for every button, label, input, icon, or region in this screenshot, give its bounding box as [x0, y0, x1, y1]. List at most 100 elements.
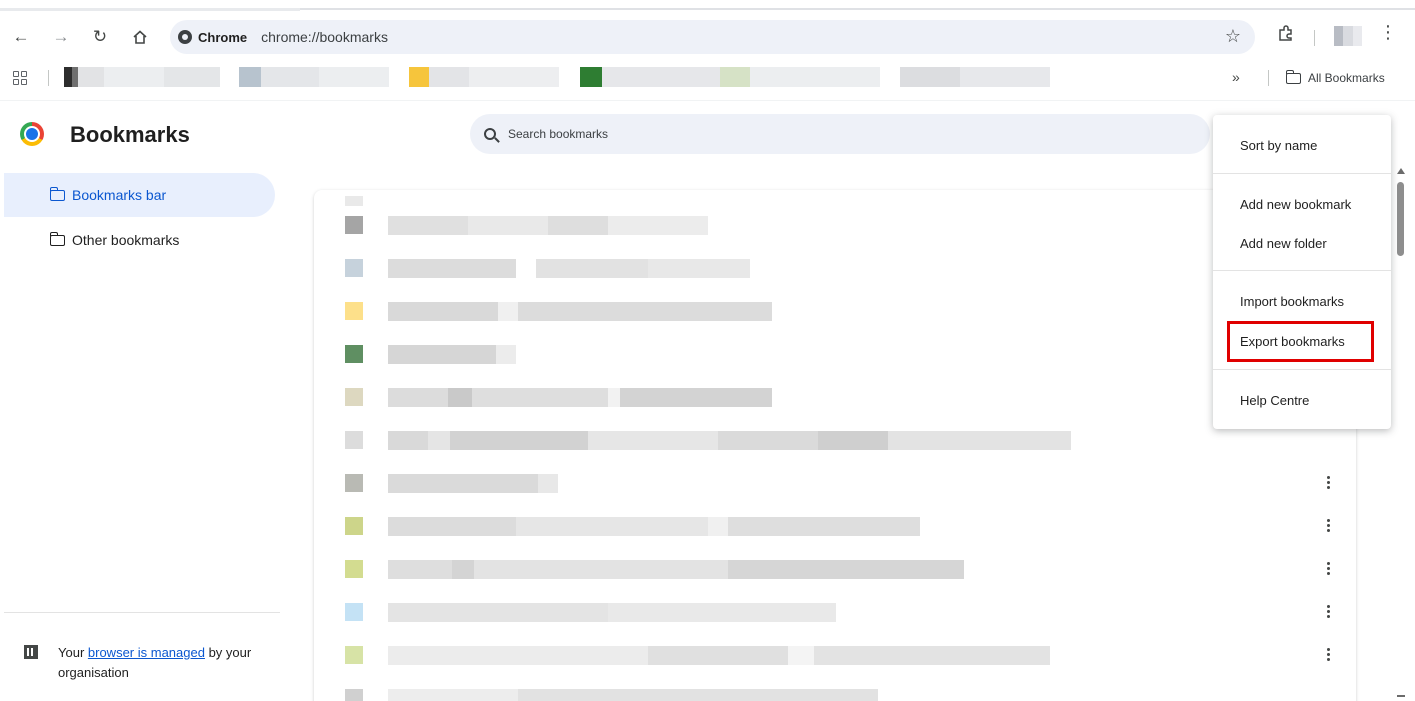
- menu-item-add-new-folder[interactable]: Add new folder: [1213, 225, 1391, 261]
- favicon: [345, 388, 363, 406]
- all-bookmarks-label: All Bookmarks: [1308, 71, 1385, 85]
- bookmark-item[interactable]: [580, 67, 880, 87]
- toolbar-bottom-border: [0, 100, 1415, 101]
- menu-item-add-new-bookmark[interactable]: Add new bookmark: [1213, 186, 1391, 222]
- list-item[interactable]: [314, 675, 1356, 701]
- bookmark-title: [388, 388, 772, 407]
- favicon: [345, 646, 363, 664]
- sidebar-item-label: Other bookmarks: [72, 232, 180, 248]
- favicon: [345, 474, 363, 492]
- row-more-button[interactable]: [1318, 472, 1338, 492]
- sidebar-divider: [4, 612, 280, 613]
- bookmark-title: [388, 302, 772, 321]
- favicon: [345, 560, 363, 578]
- forward-button[interactable]: →: [48, 24, 74, 50]
- list-item[interactable]: [314, 546, 1356, 590]
- menu-item-sort-by-name[interactable]: Sort by name: [1213, 127, 1391, 163]
- bookmark-title: [388, 603, 836, 622]
- puzzle-icon: [1279, 25, 1292, 41]
- scroll-up-arrow-icon[interactable]: [1397, 168, 1405, 174]
- apps-grid-icon[interactable]: [13, 71, 27, 85]
- bookmarks-overflow-button[interactable]: »: [1232, 69, 1240, 85]
- menu-item-import-bookmarks[interactable]: Import bookmarks: [1213, 283, 1391, 319]
- toolbar-divider: [1314, 30, 1315, 46]
- bookmark-title: [388, 517, 920, 536]
- list-item[interactable]: [314, 632, 1356, 676]
- row-more-button[interactable]: [1318, 601, 1338, 621]
- search-icon: [484, 128, 496, 140]
- page-title: Bookmarks: [70, 122, 190, 147]
- reload-button[interactable]: ↻: [87, 24, 113, 50]
- favicon: [345, 259, 363, 277]
- scroll-down-arrow-icon[interactable]: [1397, 695, 1405, 697]
- site-chip-label: Chrome: [198, 29, 248, 45]
- favicon: [345, 603, 363, 621]
- building-icon: [24, 645, 38, 659]
- export-bookmarks-highlight: [1227, 321, 1374, 362]
- active-tab-edge[interactable]: [0, 8, 300, 11]
- home-button[interactable]: [127, 24, 153, 50]
- browser-managed-link[interactable]: browser is managed: [88, 645, 205, 660]
- bookmark-star-button[interactable]: ☆: [1225, 26, 1241, 47]
- bookmark-list: [314, 190, 1356, 701]
- list-item[interactable]: [314, 503, 1356, 547]
- row-more-button[interactable]: [1318, 644, 1338, 664]
- back-button[interactable]: ←: [8, 24, 34, 50]
- managed-browser-notice: Your browser is managed by your organisa…: [24, 643, 274, 683]
- browser-toolbar: ← → ↻ Chrome chrome://bookmarks ☆ ⋮: [0, 14, 1415, 62]
- list-item[interactable]: [314, 288, 1356, 332]
- home-icon: [133, 30, 147, 44]
- row-more-button[interactable]: [1318, 558, 1338, 578]
- list-item[interactable]: [314, 202, 1356, 246]
- organize-menu: Sort by name Add new bookmark Add new fo…: [1213, 115, 1391, 429]
- list-item[interactable]: [314, 245, 1356, 289]
- favicon: [345, 302, 363, 320]
- favicon: [345, 216, 363, 234]
- sidebar-item-bookmarks-bar[interactable]: Bookmarks bar: [4, 173, 275, 217]
- folder-icon: [1285, 69, 1301, 84]
- favicon: [345, 345, 363, 363]
- favicon: [345, 517, 363, 535]
- favicon: [345, 431, 363, 449]
- sidebar-item-other-bookmarks[interactable]: Other bookmarks: [4, 218, 275, 262]
- reload-icon: ↻: [92, 27, 108, 46]
- extensions-button[interactable]: [1277, 24, 1295, 47]
- all-bookmarks-button[interactable]: All Bookmarks: [1285, 69, 1385, 85]
- bookmark-title: [388, 474, 558, 493]
- chrome-menu-button[interactable]: ⋮: [1379, 22, 1397, 43]
- folder-icon: [49, 186, 65, 201]
- list-item[interactable]: [314, 417, 1356, 461]
- bookmarks-bar-divider: [1268, 70, 1269, 86]
- folder-icon: [49, 231, 65, 246]
- bookmarks-bar-divider: [48, 70, 49, 86]
- address-bar[interactable]: Chrome chrome://bookmarks ☆: [170, 20, 1255, 54]
- bookmark-title: [388, 259, 750, 278]
- bookmark-title: [388, 560, 964, 579]
- row-more-button[interactable]: [1318, 515, 1338, 535]
- menu-divider: [1213, 369, 1391, 370]
- bookmark-title: [388, 431, 1071, 450]
- sidebar-item-label: Bookmarks bar: [72, 187, 167, 203]
- bookmark-item[interactable]: [409, 67, 559, 87]
- search-bookmarks-input[interactable]: Search bookmarks: [470, 114, 1210, 154]
- search-placeholder: Search bookmarks: [508, 127, 609, 141]
- managed-prefix: Your: [58, 645, 88, 660]
- url-text[interactable]: chrome://bookmarks: [261, 29, 388, 45]
- profile-avatar[interactable]: [1334, 26, 1362, 46]
- list-item[interactable]: [314, 460, 1356, 504]
- bookmark-item[interactable]: [900, 67, 1050, 87]
- scrollbar-thumb[interactable]: [1397, 182, 1404, 256]
- site-info-chip[interactable]: Chrome: [178, 30, 247, 45]
- bookmark-title: [388, 646, 1050, 665]
- bookmark-item[interactable]: [64, 67, 220, 87]
- menu-divider: [1213, 270, 1391, 271]
- arrow-left-icon: ←: [12, 27, 30, 46]
- menu-divider: [1213, 173, 1391, 174]
- star-icon: ☆: [1224, 26, 1241, 46]
- list-item[interactable]: [314, 589, 1356, 633]
- bookmark-item[interactable]: [239, 67, 389, 87]
- list-item[interactable]: [314, 331, 1356, 375]
- list-item[interactable]: [314, 374, 1356, 418]
- menu-item-help-centre[interactable]: Help Centre: [1213, 382, 1391, 418]
- bookmark-title: [388, 216, 708, 235]
